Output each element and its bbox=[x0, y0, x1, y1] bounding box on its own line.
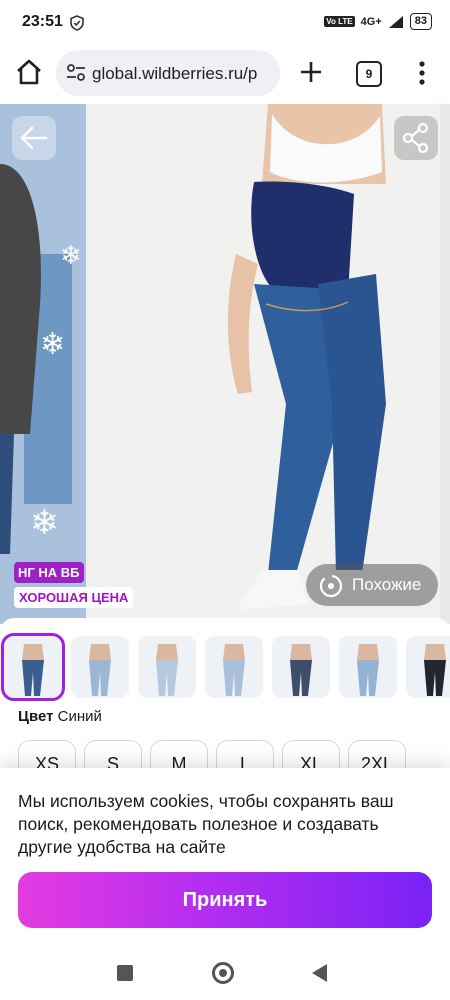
network-label: 4G+ bbox=[360, 15, 382, 28]
browser-toolbar: global.wildberries.ru/p 9 bbox=[0, 44, 450, 104]
thumbnail-image bbox=[71, 636, 129, 698]
winter-photo-illustration: ❄ ❄ ❄ bbox=[0, 104, 86, 624]
product-thumbnail[interactable] bbox=[138, 636, 196, 698]
color-value: Синий bbox=[57, 708, 102, 725]
product-thumbnail[interactable] bbox=[71, 636, 129, 698]
tab-switcher-button[interactable]: 9 bbox=[356, 61, 382, 87]
product-gallery[interactable]: ❄ ❄ ❄ НГ НА ВБ ХОРОШАЯ ЦЕНА Похожие bbox=[0, 104, 450, 624]
cookie-message: Мы используем cookies, чтобы сохранять в… bbox=[18, 791, 394, 857]
clock: 23:51 bbox=[22, 13, 63, 30]
share-button[interactable] bbox=[394, 116, 438, 160]
thumbnail-image bbox=[205, 636, 263, 698]
thumbnail-image bbox=[138, 636, 196, 698]
thumbnail-image bbox=[406, 636, 450, 698]
address-bar[interactable]: global.wildberries.ru/p bbox=[56, 50, 280, 96]
svg-text:❄: ❄ bbox=[60, 241, 82, 271]
color-label: Цвет bbox=[18, 708, 54, 725]
thumbnail-image bbox=[339, 636, 397, 698]
color-row: Цвет Синий bbox=[18, 708, 102, 725]
more-menu-icon[interactable] bbox=[412, 58, 432, 88]
back-button[interactable] bbox=[12, 116, 56, 160]
product-thumbnail[interactable] bbox=[272, 636, 330, 698]
back-nav-icon[interactable] bbox=[312, 964, 327, 982]
battery-indicator: 83 bbox=[409, 13, 432, 30]
site-settings-icon[interactable] bbox=[66, 64, 86, 82]
similar-button[interactable]: Похожие bbox=[306, 564, 438, 606]
new-tab-icon[interactable] bbox=[296, 57, 326, 87]
similar-search-icon bbox=[319, 574, 343, 598]
accept-cookies-button[interactable]: Принять bbox=[18, 872, 432, 928]
jeans-model-illustration bbox=[86, 104, 440, 624]
cookie-banner: Мы используем cookies, чтобы сохранять в… bbox=[0, 768, 450, 948]
shield-check-icon bbox=[70, 15, 84, 31]
previous-photo-preview: ❄ ❄ ❄ bbox=[0, 104, 86, 624]
good-price-badge: ХОРОШАЯ ЦЕНА bbox=[14, 587, 134, 608]
home-nav-icon[interactable] bbox=[212, 962, 234, 984]
signal-icon bbox=[388, 15, 403, 28]
recent-apps-icon[interactable] bbox=[117, 965, 133, 981]
product-thumbnail[interactable] bbox=[406, 636, 450, 698]
svg-text:❄: ❄ bbox=[40, 327, 65, 362]
promo-badge: НГ НА ВБ bbox=[14, 562, 84, 583]
product-thumbnail[interactable] bbox=[1, 633, 65, 701]
next-photo-preview bbox=[440, 104, 450, 624]
home-icon[interactable] bbox=[14, 57, 44, 87]
product-photo[interactable] bbox=[86, 104, 440, 624]
similar-label: Похожие bbox=[352, 575, 422, 594]
arrow-left-icon bbox=[20, 126, 48, 150]
product-details-sheet: Цвет Синий XS S M L XL 2XL bbox=[0, 618, 450, 786]
svg-text:❄: ❄ bbox=[30, 503, 59, 543]
status-bar: 23:51 Vo LTE 4G+ 83 bbox=[0, 0, 450, 44]
thumbnail-image bbox=[272, 636, 330, 698]
url-text[interactable]: global.wildberries.ru/p bbox=[92, 64, 274, 84]
thumbnail-image bbox=[4, 636, 62, 698]
system-navigation-bar bbox=[0, 948, 450, 1000]
product-thumbnail[interactable] bbox=[205, 636, 263, 698]
share-icon bbox=[402, 122, 429, 154]
product-thumbnail[interactable] bbox=[339, 636, 397, 698]
thumbnail-strip[interactable] bbox=[1, 633, 450, 702]
volte-icon: Vo LTE bbox=[324, 16, 355, 27]
